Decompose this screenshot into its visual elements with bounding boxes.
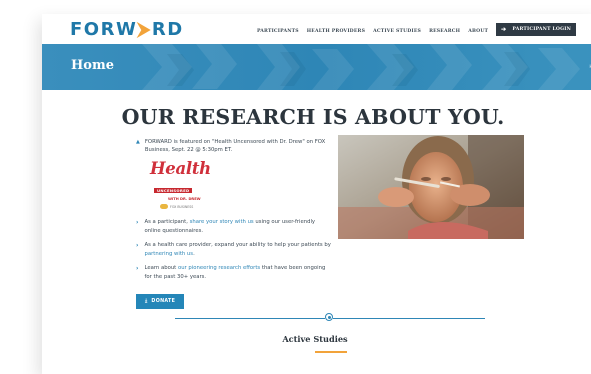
donate-button[interactable]: ⤓ DONATE bbox=[136, 293, 185, 309]
health-logo-tag: UNCENSORED bbox=[154, 188, 193, 194]
page-banner: Home Ho bbox=[42, 44, 591, 90]
health-uncensored-logo: Health UNCENSORED WITH DR. DREW FOX BUSI… bbox=[150, 159, 212, 210]
chevron-right-icon: › bbox=[136, 242, 139, 250]
fox-business-logo: FOX BUSINESS bbox=[160, 204, 212, 210]
health-logo-with: WITH DR. DREW bbox=[168, 197, 201, 202]
tv-feature-note: ▲ FORWARD is featured on "Health Uncenso… bbox=[136, 138, 332, 154]
list-item: › As a health care provider, expand your… bbox=[136, 241, 332, 258]
chevron-pattern-icon bbox=[142, 44, 580, 90]
active-studies-heading-text: Active Studies bbox=[282, 334, 348, 344]
list-text: Learn about bbox=[144, 265, 178, 272]
nav-about[interactable]: ABOUT bbox=[468, 26, 488, 34]
list-item: › As a participant, share your story wit… bbox=[136, 218, 332, 235]
list-item: › Learn about our pioneering research ef… bbox=[136, 264, 332, 281]
tv-feature-text: FORWARD is featured on "Health Uncensore… bbox=[144, 139, 326, 154]
browser-page: FORW⮞RD PARTICIPANTS HEALTH PROVIDERS AC… bbox=[42, 14, 591, 374]
main-nav: PARTICIPANTS HEALTH PROVIDERS ACTIVE STU… bbox=[257, 23, 576, 36]
section-divider-left bbox=[175, 318, 325, 319]
chevron-right-icon: › bbox=[136, 265, 139, 273]
partnering-link[interactable]: partnering with us bbox=[144, 251, 193, 257]
intro-list: › As a participant, share your story wit… bbox=[136, 218, 332, 281]
forward-logo[interactable]: FORW⮞RD bbox=[70, 19, 184, 40]
fox-logo-text: FOX BUSINESS bbox=[170, 204, 194, 209]
login-arrow-icon: ➔ bbox=[501, 26, 507, 33]
list-item-text: As a health care provider, expand your a… bbox=[144, 241, 332, 258]
download-arrow-icon: ⤓ bbox=[145, 299, 148, 305]
hero-headline-text: OUR RESEARCH IS ABOUT YOU. bbox=[121, 105, 505, 129]
health-logo-word: Health bbox=[150, 159, 211, 179]
section-divider-right bbox=[333, 318, 485, 319]
list-item-text: Learn about our pioneering research effo… bbox=[144, 264, 332, 281]
heading-underline bbox=[315, 351, 347, 353]
research-efforts-link[interactable]: our pioneering research efforts bbox=[178, 265, 260, 271]
nav-participants[interactable]: PARTICIPANTS bbox=[257, 26, 299, 34]
list-text: As a participant, bbox=[144, 219, 190, 226]
tv-pin-icon: ▲ bbox=[136, 139, 140, 145]
nav-active-studies[interactable]: ACTIVE STUDIES bbox=[373, 26, 421, 34]
active-studies-heading: Active Studies bbox=[42, 334, 591, 344]
researcher-photo-image bbox=[338, 135, 524, 239]
list-text: . bbox=[193, 250, 195, 257]
fox-badge-icon bbox=[160, 204, 168, 210]
participant-login-button[interactable]: ➔ PARTICIPANT LOGIN bbox=[496, 23, 576, 36]
site-header: FORW⮞RD PARTICIPANTS HEALTH PROVIDERS AC… bbox=[42, 14, 591, 44]
logo-chevron-icon: ⮞ bbox=[137, 19, 152, 40]
nav-research[interactable]: RESEARCH bbox=[429, 26, 460, 34]
nav-health-providers[interactable]: HEALTH PROVIDERS bbox=[307, 26, 365, 34]
researcher-photo bbox=[338, 135, 524, 239]
list-item-text: As a participant, share your story with … bbox=[144, 218, 332, 235]
page-title: Home bbox=[71, 58, 114, 73]
logo-text-end: RD bbox=[151, 19, 184, 40]
hero-headline: OUR RESEARCH IS ABOUT YOU. bbox=[42, 105, 591, 129]
chevron-right-icon: › bbox=[136, 219, 139, 227]
share-story-link[interactable]: share your story with us bbox=[190, 219, 254, 225]
donate-label: DONATE bbox=[151, 298, 176, 304]
logo-text-start: FORW bbox=[70, 19, 138, 40]
intro-column: ▲ FORWARD is featured on "Health Uncenso… bbox=[136, 138, 332, 309]
list-text: As a health care provider, expand your a… bbox=[144, 242, 331, 249]
login-label: PARTICIPANT LOGIN bbox=[512, 27, 571, 32]
divider-dot-icon bbox=[328, 316, 331, 319]
